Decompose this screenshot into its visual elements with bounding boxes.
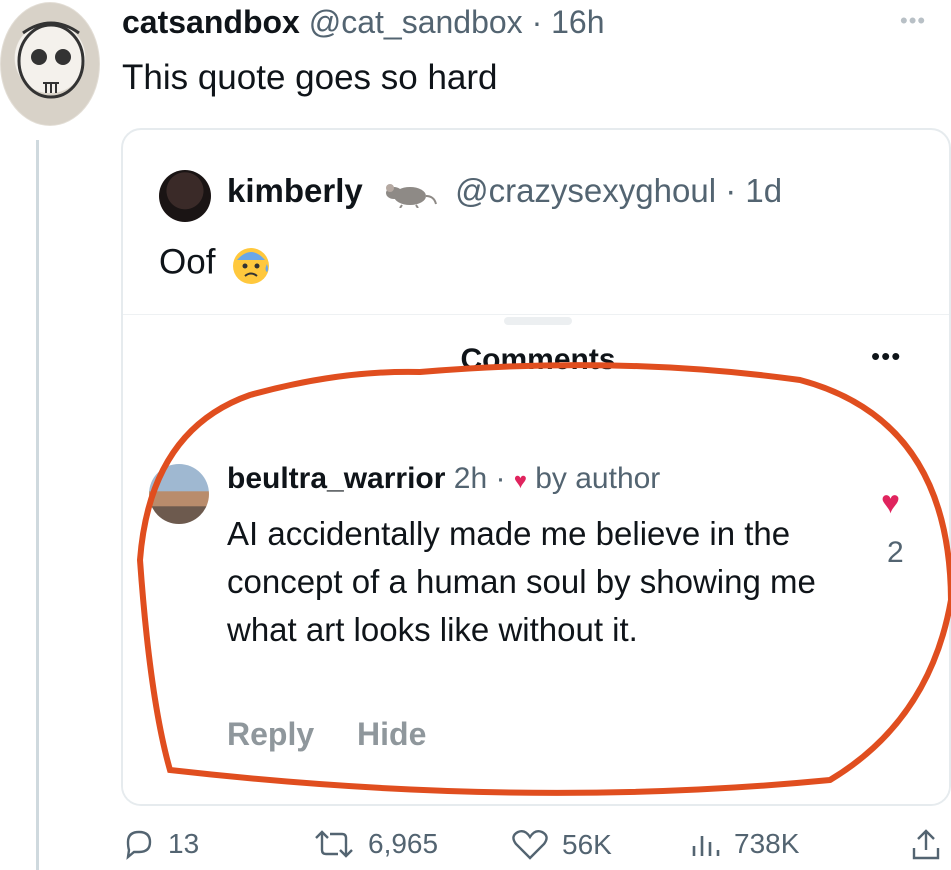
by-author-badge: by author (535, 462, 661, 495)
comments-screenshot: Comments ••• beultra_warrior 2h · ♥ by a… (123, 314, 949, 804)
tweet-header: catsandbox @cat_sandbox · 16h (122, 4, 605, 41)
commenter-name[interactable]: beultra_warrior (227, 462, 445, 495)
anxious-face-emoji-icon (233, 248, 270, 284)
tweet-text: This quote goes so hard (122, 58, 498, 97)
tweet-author-handle[interactable]: @cat_sandbox (309, 4, 523, 40)
reply-count: 13 (168, 828, 200, 859)
author-heart-icon: ♥ (513, 468, 527, 493)
quote-tweet-card[interactable]: kimberly @crazysexyghoul · 1d Oof Commen… (121, 128, 951, 806)
skull-avatar-icon (17, 21, 85, 99)
heart-icon (512, 829, 548, 860)
commenter-avatar[interactable] (149, 464, 209, 524)
tweet-timestamp[interactable]: · 16h (532, 4, 605, 40)
comment-text: AI accidentally made me believe in the c… (227, 515, 816, 648)
comments-header: Comments ••• (123, 314, 949, 414)
like-count: 56K (562, 829, 612, 860)
rat-emoji-icon (385, 184, 437, 209)
comment-reply-button[interactable]: Reply (227, 716, 314, 752)
comment-header: beultra_warrior 2h · ♥ by author (227, 462, 660, 496)
thread-line (36, 140, 39, 870)
comment-hide-button[interactable]: Hide (357, 716, 426, 752)
quote-header: kimberly @crazysexyghoul · 1d (227, 172, 782, 210)
quote-text: Oof (159, 242, 273, 286)
quote-text-content: Oof (159, 242, 216, 282)
comments-title: Comments (460, 343, 616, 376)
comment-actions: Reply Hide (227, 716, 460, 753)
share-icon (912, 829, 940, 860)
comment-like-heart-icon[interactable]: ♥ (881, 484, 900, 521)
views-icon (692, 836, 720, 856)
retweet-icon (315, 830, 353, 858)
comment-time: 2h · (453, 462, 506, 495)
drag-handle[interactable] (504, 317, 572, 325)
reply-action[interactable]: 13 (122, 828, 199, 860)
user-avatar[interactable] (0, 2, 100, 126)
retweet-action[interactable]: 6,965 (312, 828, 438, 860)
share-action[interactable] (908, 828, 951, 862)
comments-more-icon[interactable]: ••• (871, 341, 901, 372)
views-action[interactable]: 738K (688, 828, 799, 860)
view-count: 738K (734, 828, 800, 859)
retweet-count: 6,965 (368, 828, 439, 859)
quote-author-handle[interactable]: @crazysexyghoul (455, 172, 716, 209)
reply-icon (126, 830, 152, 860)
quote-author-avatar[interactable] (159, 170, 211, 222)
tweet-actions: 13 6,965 56K 738K (122, 828, 951, 870)
tweet-author-name[interactable]: catsandbox (122, 4, 300, 40)
comment-like-count: 2 (887, 536, 904, 569)
quote-author-name[interactable]: kimberly (227, 172, 363, 209)
quote-timestamp[interactable]: · 1d (725, 172, 782, 209)
more-options-icon[interactable]: ••• (900, 8, 926, 34)
like-action[interactable]: 56K (510, 828, 612, 862)
